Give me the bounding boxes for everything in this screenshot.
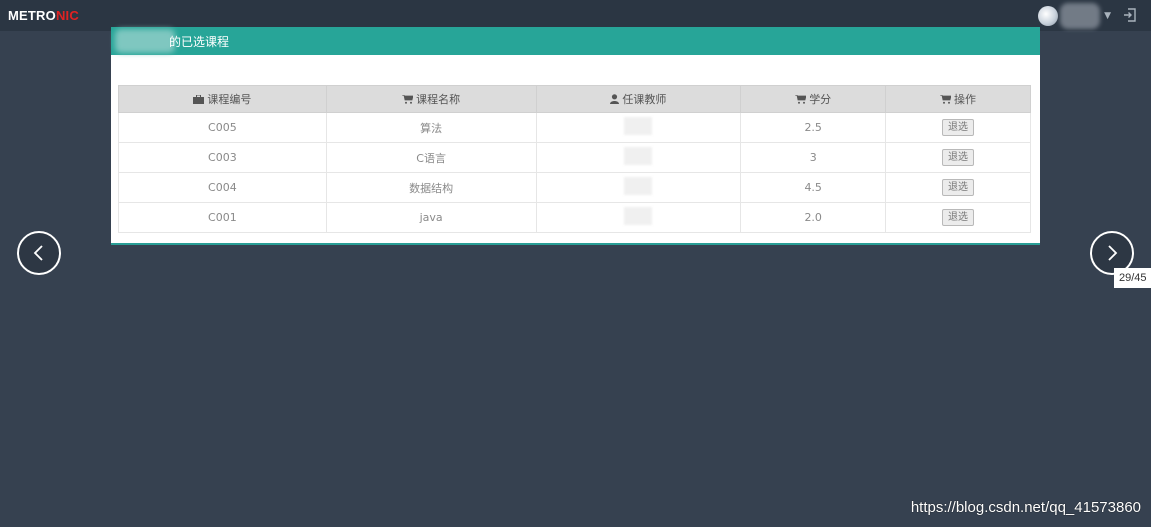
cart-icon [402,95,414,104]
column-header-code: 课程编号 [118,85,327,113]
avatar[interactable] [1038,6,1059,26]
column-header-credit: 学分 [740,85,887,113]
course-name: 数据结构 [326,172,537,203]
teacher-redacted [624,147,653,165]
course-code: C004 [118,172,327,203]
course-credit: 2.5 [740,112,887,143]
table-row: C005 算法 2.5 退选 [118,112,1031,143]
gallery-counter: 29/45 [1114,268,1151,288]
column-header-name: 课程名称 [325,85,537,113]
column-header-teacher: 任课教师 [535,85,742,113]
teacher-cell [536,142,742,173]
course-name: C语言 [326,142,537,173]
column-header-action: 操作 [885,85,1031,113]
panel-header: 的已选课程 [111,27,1040,55]
logout-icon[interactable] [1123,8,1137,22]
course-credit: 4.5 [740,172,887,203]
panel-title: 的已选课程 [169,35,230,49]
chevron-down-icon[interactable]: ▼ [1104,11,1111,21]
drop-course-button[interactable]: 退选 [942,149,975,166]
teacher-cell [536,202,742,233]
table-row: C001 java 2.0 退选 [118,202,1031,233]
teacher-redacted [624,207,653,225]
course-credit: 3 [740,142,887,173]
course-code: C001 [118,202,327,233]
brand-logo[interactable]: METRONIC [8,8,79,23]
table-header-row: 课程编号 课程名称 任课教师 学分 操作 [118,85,1031,113]
course-code: C005 [118,112,327,143]
watermark-text: https://blog.csdn.net/qq_41573860 [910,499,1141,516]
logo-text-main: METRO [8,8,56,23]
drop-course-button[interactable]: 退选 [942,119,975,136]
course-name: 算法 [326,112,537,143]
teacher-redacted [624,117,653,135]
teacher-cell [536,112,742,143]
teacher-redacted [624,177,653,195]
cart-icon [795,95,807,104]
student-name-redacted [115,29,175,53]
cart-icon [940,95,952,104]
action-cell: 退选 [885,172,1031,203]
user-menu[interactable]: ▼ [1038,3,1111,29]
courses-table: 课程编号 课程名称 任课教师 学分 操作 C005 算法 2.5 退选 C003… [118,85,1031,233]
table-row: C003 C语言 3 退选 [118,142,1031,173]
table-row: C004 数据结构 4.5 退选 [118,172,1031,203]
course-credit: 2.0 [740,202,887,233]
course-code: C003 [118,142,327,173]
logo-text-accent: NIC [55,8,79,23]
user-icon [610,94,620,104]
action-cell: 退选 [885,142,1031,173]
gallery-prev-button[interactable] [17,231,61,275]
drop-course-button[interactable]: 退选 [942,179,975,196]
selected-courses-panel: 的已选课程 课程编号 课程名称 任课教师 学分 操作 C005 算法 2.5 退… [111,27,1040,245]
action-cell: 退选 [885,202,1031,233]
chevron-left-icon [33,245,43,261]
briefcase-icon [193,95,205,104]
username-redacted [1060,3,1101,29]
course-name: java [326,202,537,233]
drop-course-button[interactable]: 退选 [942,209,975,226]
teacher-cell [536,172,742,203]
chevron-right-icon [1108,245,1118,261]
action-cell: 退选 [885,112,1031,143]
